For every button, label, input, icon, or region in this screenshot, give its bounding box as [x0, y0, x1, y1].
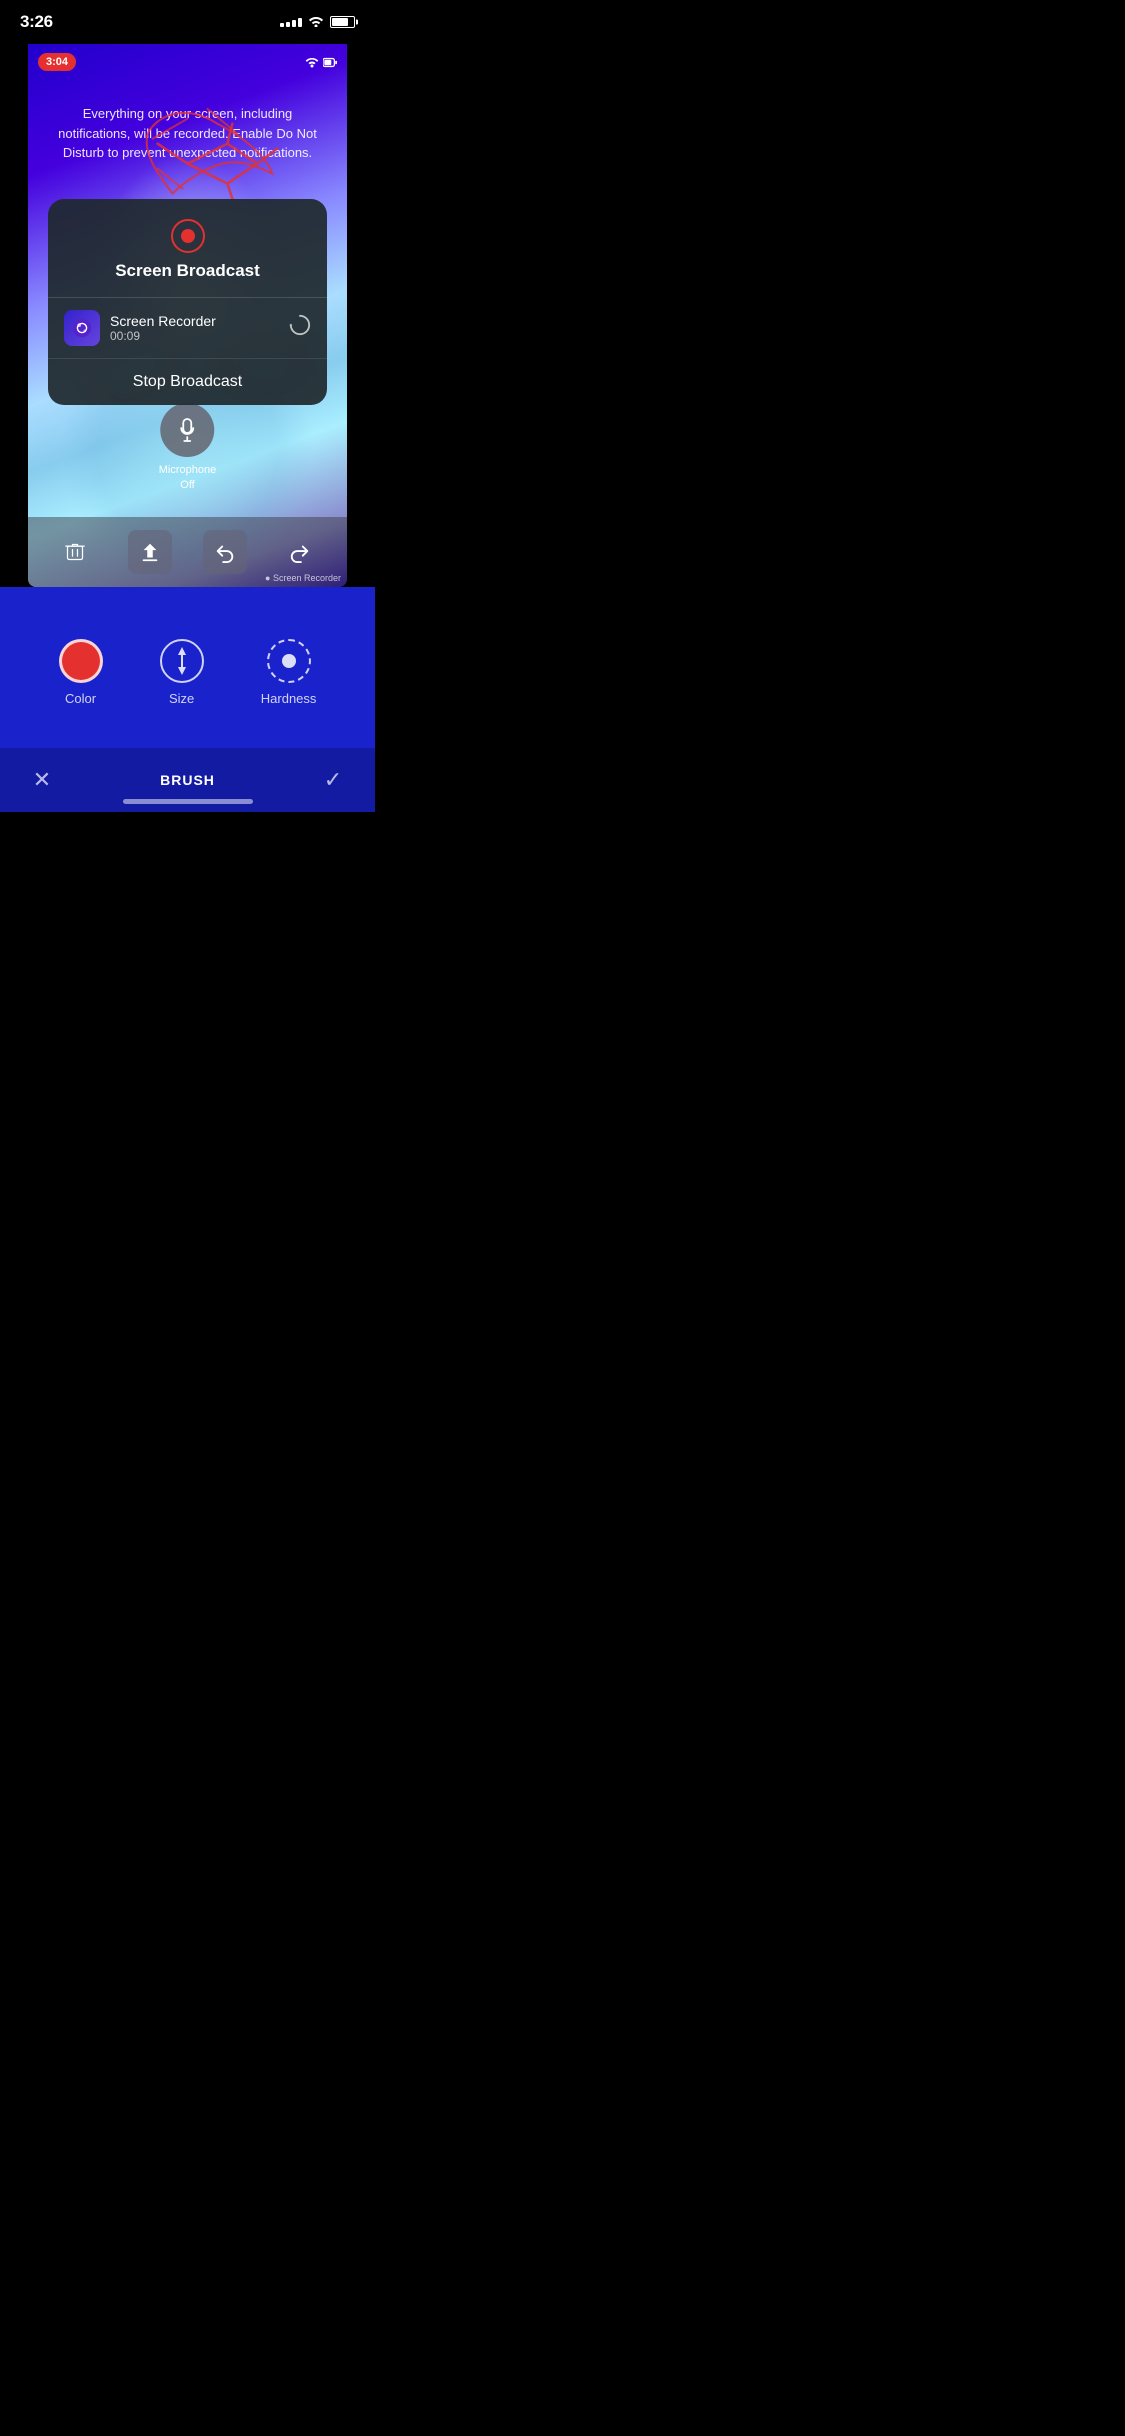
app-screen: 3:04 Everything on your screen, includin… — [28, 44, 347, 587]
size-label: Size — [169, 691, 194, 706]
recording-timer-badge: 3:04 — [38, 53, 76, 71]
main-content: 3:04 Everything on your screen, includin… — [0, 44, 375, 812]
app-battery-small — [323, 57, 337, 68]
record-dot — [181, 229, 195, 243]
upload-button[interactable] — [128, 530, 172, 574]
app-wifi-icon — [305, 57, 319, 68]
undo-button[interactable] — [203, 530, 247, 574]
trash-icon — [65, 541, 85, 563]
microphone-button[interactable] — [160, 403, 214, 457]
watermark: ● Screen Recorder — [265, 573, 341, 583]
color-circle — [59, 639, 103, 683]
recorder-info: Screen Recorder 00:09 — [110, 313, 289, 343]
bottom-toolbar: Color Size Hardness — [0, 587, 375, 812]
modal-title: Screen Broadcast — [115, 261, 260, 281]
color-label: Color — [65, 691, 96, 706]
hardness-icon — [267, 639, 311, 683]
microphone-area[interactable]: MicrophoneOff — [159, 403, 216, 492]
size-icon — [160, 639, 204, 683]
microphone-icon — [175, 418, 199, 442]
recorder-row: Screen Recorder 00:09 — [48, 298, 327, 359]
app-status-icons — [305, 57, 337, 68]
broadcast-modal: Screen Broadcast Screen Recorder 00:09 — [48, 199, 327, 405]
spinner-icon — [289, 314, 311, 342]
hardness-inner-dot — [282, 654, 296, 668]
stop-broadcast-button[interactable]: Stop Broadcast — [48, 359, 327, 405]
confirm-icon: ✓ — [324, 767, 342, 793]
upload-icon — [139, 541, 161, 563]
status-icons — [280, 14, 355, 30]
recorder-time: 00:09 — [110, 329, 289, 343]
home-indicator — [123, 799, 253, 804]
confirm-button[interactable]: ✓ — [315, 762, 351, 798]
size-option[interactable]: Size — [160, 639, 204, 706]
signal-icon — [280, 18, 302, 27]
status-bar: 3:26 — [0, 0, 375, 44]
hardness-label: Hardness — [261, 691, 317, 706]
undo-icon — [214, 541, 236, 563]
delete-button[interactable] — [53, 530, 97, 574]
status-time: 3:26 — [20, 12, 53, 32]
warning-text: Everything on your screen, including not… — [48, 104, 327, 163]
brush-title: BRUSH — [160, 772, 215, 788]
app-toolbar: ● Screen Recorder — [28, 517, 347, 587]
app-status-bar: 3:04 — [28, 44, 347, 80]
color-option[interactable]: Color — [59, 639, 103, 706]
redo-button[interactable] — [278, 530, 322, 574]
microphone-label: MicrophoneOff — [159, 463, 216, 492]
cancel-button[interactable]: ✕ — [24, 762, 60, 798]
recorder-app-icon — [64, 310, 100, 346]
battery-icon — [330, 16, 355, 28]
stop-broadcast-label: Stop Broadcast — [133, 373, 242, 391]
recorder-name: Screen Recorder — [110, 313, 289, 329]
cancel-icon: ✕ — [33, 767, 51, 793]
hardness-option[interactable]: Hardness — [261, 639, 317, 706]
recorder-app-logo — [71, 317, 93, 339]
modal-header: Screen Broadcast — [48, 199, 327, 297]
record-icon — [171, 219, 205, 253]
tool-options: Color Size Hardness — [0, 587, 375, 748]
size-control-icon — [172, 647, 192, 675]
redo-icon — [289, 541, 311, 563]
wifi-icon — [308, 14, 324, 30]
